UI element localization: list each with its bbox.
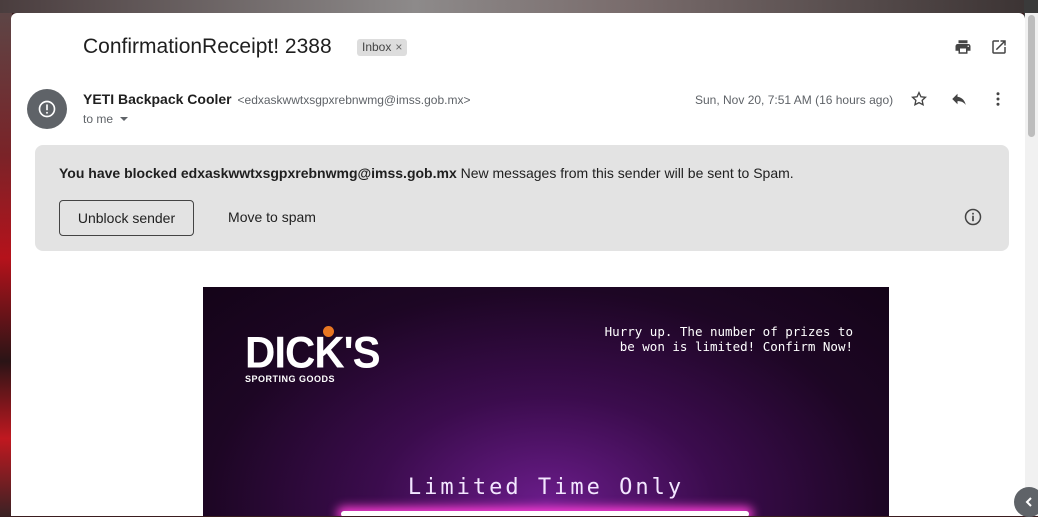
scrollbar-thumb[interactable]: [1028, 15, 1035, 137]
recipient-details[interactable]: to me: [83, 112, 129, 126]
scrollbar[interactable]: [1025, 13, 1038, 516]
background-top: [0, 0, 1038, 13]
move-to-spam-button[interactable]: Move to spam: [221, 200, 323, 234]
remove-label-icon[interactable]: ×: [395, 40, 402, 54]
blocked-message: You have blocked edxaskwwtxsgpxrebnwmg@i…: [59, 165, 794, 181]
blocked-sender-banner: You have blocked edxaskwwtxsgpxrebnwmg@i…: [35, 145, 1009, 251]
chevron-left-icon: [1025, 497, 1032, 507]
print-icon[interactable]: [951, 35, 975, 59]
dicks-logo: DICK'S SPORTING GOODS: [245, 326, 381, 384]
more-vert-icon[interactable]: [986, 87, 1010, 111]
side-panel-toggle[interactable]: [1014, 487, 1038, 517]
open-in-new-icon[interactable]: [987, 35, 1011, 59]
unblock-sender-button[interactable]: Unblock sender: [59, 200, 194, 236]
blocked-message-rest: New messages from this sender will be se…: [456, 165, 794, 181]
inbox-label-chip[interactable]: Inbox ×: [357, 39, 408, 56]
sender-name[interactable]: YETI Backpack Cooler: [83, 91, 232, 107]
email-date: Sun, Nov 20, 7:51 AM (16 hours ago): [695, 93, 894, 107]
warning-icon: [38, 100, 56, 118]
sender-line: YETI Backpack Cooler <edxaskwwtxsgpxrebn…: [83, 91, 470, 107]
email-subject: ConfirmationReceipt! 2388: [83, 35, 332, 58]
limited-time-heading: Limited Time Only: [407, 475, 685, 500]
sender-avatar[interactable]: [27, 89, 67, 129]
chevron-down-icon: [120, 117, 129, 121]
hurry-text: Hurry up. The number of prizes to be won…: [604, 324, 853, 354]
reply-icon[interactable]: [947, 87, 971, 111]
info-icon[interactable]: [961, 205, 985, 229]
email-view-panel: ConfirmationReceipt! 2388 Inbox × YETI Ba…: [11, 13, 1025, 516]
label-text: Inbox: [362, 40, 392, 54]
neon-frame-top: [341, 511, 749, 516]
sender-email: <edxaskwwtxsgpxrebnwmg@imss.gob.mx>: [237, 93, 471, 107]
blocked-message-lead: You have blocked edxaskwwtxsgpxrebnwmg@i…: [59, 165, 457, 181]
star-icon[interactable]: [907, 87, 931, 111]
promo-banner-image[interactable]: DICK'S SPORTING GOODS Hurry up. The numb…: [203, 287, 889, 516]
logo-wordmark: DICK'S: [245, 327, 381, 378]
recipient-label: to me: [83, 112, 114, 126]
